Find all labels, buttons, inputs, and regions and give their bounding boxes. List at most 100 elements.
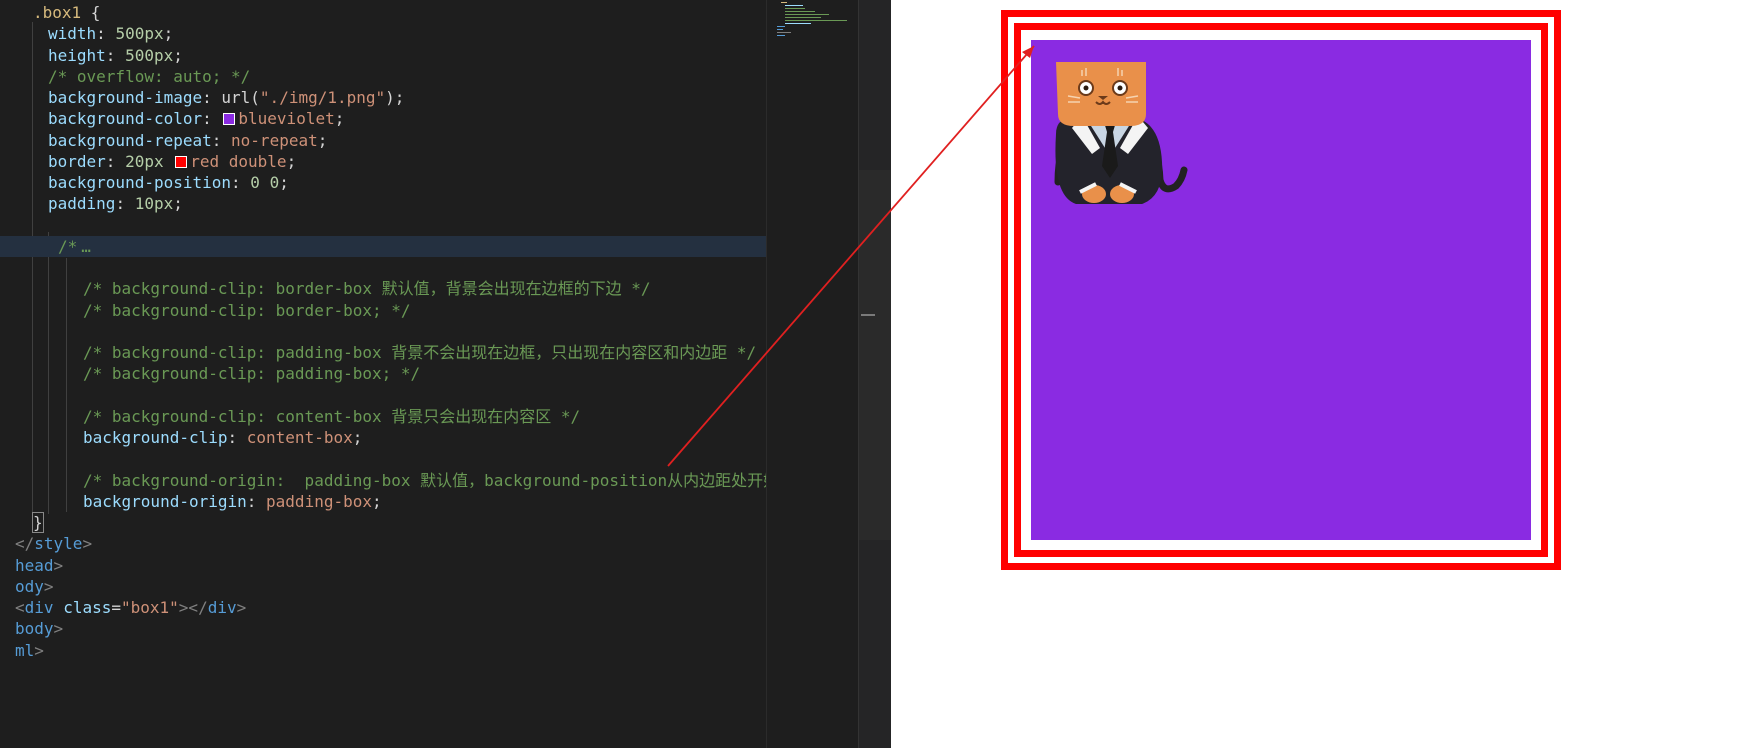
code-token: : url(	[202, 88, 260, 107]
code-token: :	[105, 151, 126, 171]
minimap-line	[785, 23, 811, 24]
code-line[interactable]: padding: 10px;	[0, 193, 183, 214]
code-token: red double	[190, 151, 287, 171]
code-token: "box1"	[121, 598, 179, 617]
code-token: <	[15, 598, 25, 617]
code-line[interactable]: background-repeat: no-repeat;	[0, 130, 327, 151]
code-token: "./img/1.png"	[259, 88, 386, 107]
code-line[interactable]: /* background-clip: border-box; */	[0, 300, 411, 321]
code-line[interactable]: background-image: url("./img/1.png");	[0, 87, 404, 108]
code-token: /* background-clip: padding-box 背景不会出现在边…	[83, 343, 757, 362]
code-token: {	[90, 3, 101, 22]
code-line[interactable]: ml>	[0, 640, 44, 661]
code-line[interactable]: /* background-clip: border-box 默认值，背景会出现…	[0, 278, 651, 299]
code-token: div	[207, 598, 237, 617]
cat-illustration-icon	[1054, 62, 1188, 204]
code-line[interactable]: .box1 {	[0, 2, 100, 23]
code-line[interactable]: background-clip: content-box;	[0, 427, 362, 448]
code-line[interactable]: background-color: blueviolet;	[0, 108, 344, 129]
code-token: 20px	[125, 151, 174, 171]
code-line[interactable]: /* background-clip: content-box 背景只会出现在内…	[0, 406, 580, 427]
code-token: body	[15, 619, 54, 639]
code-token: );	[385, 88, 405, 107]
code-line[interactable]: ody>	[0, 576, 54, 597]
minimap-line	[785, 5, 803, 6]
minimap-line	[785, 8, 805, 9]
code-token: .box1	[33, 3, 91, 22]
code-token: >	[43, 576, 54, 596]
code-token: ;	[317, 130, 328, 150]
code-line[interactable]: /*…	[0, 235, 766, 257]
code-token: /* background-origin: padding-box 默认值，ba…	[83, 470, 766, 490]
code-line[interactable]: /* overflow: auto; */	[0, 66, 250, 87]
code-token: background-clip	[83, 428, 228, 447]
code-token: ;	[352, 428, 363, 447]
code-token: ;	[163, 24, 174, 44]
code-line[interactable]: /* background-clip: padding-box; */	[0, 363, 420, 384]
code-token: /*	[58, 236, 78, 256]
code-token: padding	[48, 194, 116, 214]
code-token: </	[15, 534, 35, 554]
code-line[interactable]: border: 20px red double;	[0, 151, 296, 172]
minimap-line	[785, 17, 821, 18]
code-token: /* background-clip: border-box; */	[83, 300, 411, 320]
code-token: div	[24, 598, 54, 617]
color-swatch[interactable]	[175, 155, 188, 168]
code-line[interactable]: background-origin: padding-box;	[0, 491, 382, 512]
code-line[interactable]: /* background-origin: padding-box 默认值，ba…	[0, 470, 766, 491]
code-token: /* overflow: auto; */	[48, 66, 251, 86]
code-token: 500px	[115, 24, 164, 44]
code-token: background-origin	[83, 491, 247, 511]
code-token: :	[246, 491, 267, 511]
code-token: :	[96, 24, 116, 44]
code-line[interactable]: width: 500px;	[0, 23, 173, 44]
minimap-line	[777, 26, 785, 27]
code-token: :	[115, 194, 135, 214]
code-line[interactable]: </style>	[0, 533, 92, 554]
code-line[interactable]: head>	[0, 555, 63, 576]
browser-preview	[891, 0, 1750, 748]
minimap-line	[777, 29, 783, 30]
code-token: ;	[279, 173, 289, 192]
code-token: :	[202, 109, 222, 129]
code-editor[interactable]: › .box1 {width: 500px;height: 500px;/* o…	[0, 0, 766, 748]
code-token: class	[63, 598, 112, 617]
code-token: :	[105, 45, 126, 65]
scroll-position-marker	[861, 314, 875, 316]
code-token: ;	[173, 45, 183, 65]
code-token: ;	[372, 491, 382, 511]
color-swatch[interactable]	[223, 113, 236, 126]
code-token: style	[34, 534, 83, 554]
minimap[interactable]	[766, 0, 859, 748]
code-line[interactable]: height: 500px;	[0, 45, 183, 66]
box1-element	[1001, 10, 1561, 570]
code-line[interactable]: <div class="box1"></div>	[0, 597, 246, 618]
code-line[interactable]: body>	[0, 618, 63, 639]
scrollbar-thumb[interactable]	[859, 170, 892, 540]
code-line[interactable]: /* background-clip: padding-box 背景不会出现在边…	[0, 342, 756, 363]
minimap-line	[781, 2, 787, 3]
code-token: background-image	[48, 88, 203, 107]
code-token: 0 0	[250, 173, 280, 192]
code-token: ml	[15, 640, 35, 660]
folded-region-placeholder[interactable]: …	[81, 237, 91, 256]
code-token: /* background-clip: padding-box; */	[83, 364, 421, 384]
code-line[interactable]: background-position: 0 0;	[0, 172, 289, 193]
code-token: :	[227, 428, 247, 447]
code-token: background-color	[48, 109, 203, 129]
code-line[interactable]: }	[0, 512, 44, 533]
minimap-line	[785, 20, 847, 21]
code-token: width	[48, 24, 97, 44]
code-token: >	[53, 555, 64, 575]
minimap-line	[785, 11, 815, 12]
code-token: background-repeat	[48, 130, 212, 150]
code-token: no-repeat	[231, 130, 318, 150]
code-token: }	[32, 512, 44, 533]
code-token: background-position	[48, 173, 232, 192]
code-token: blueviolet	[238, 109, 335, 129]
code-token: =	[111, 598, 121, 617]
code-token: padding-box	[266, 491, 372, 511]
code-token: >	[34, 640, 44, 660]
vertical-scrollbar[interactable]	[858, 0, 892, 748]
